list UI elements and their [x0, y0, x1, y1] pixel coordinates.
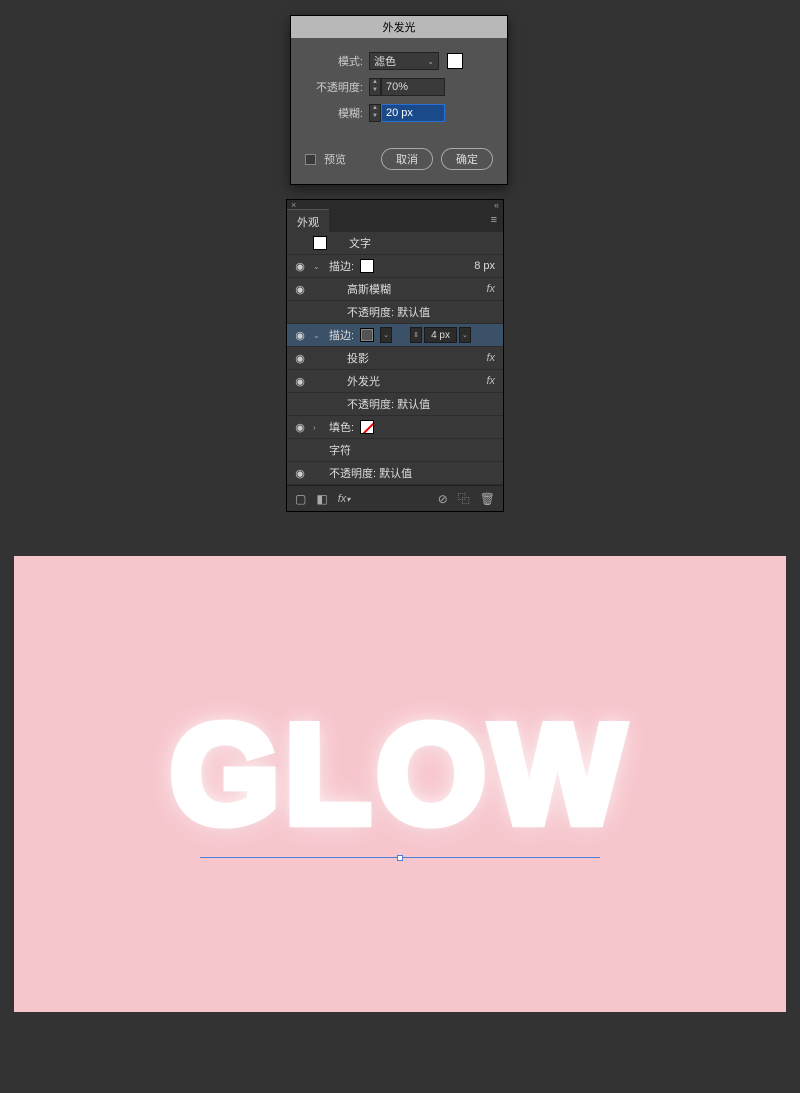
row-type[interactable]: ◉ 文字: [287, 232, 503, 255]
eye-icon[interactable]: ◉: [293, 467, 307, 480]
dialog-title: 外发光: [291, 16, 507, 38]
disclosure-right-icon[interactable]: ›: [313, 423, 323, 432]
mode-row: 模式: 滤色 ⌄: [305, 52, 493, 70]
dialog-footer: 预览 取消 确定: [291, 142, 507, 184]
opacity-row: 不透明度: ▲▼ 70%: [305, 78, 493, 96]
mode-label: 模式:: [305, 53, 369, 69]
cancel-button[interactable]: 取消: [381, 148, 433, 170]
stroke-swatch-menu[interactable]: ⌄: [380, 327, 392, 343]
opacity-field[interactable]: ▲▼ 70%: [369, 78, 445, 96]
shadow-label: 投影: [329, 350, 369, 366]
panel-menu-icon[interactable]: ≡: [491, 214, 497, 226]
stroke-size-stepper[interactable]: ⇕ 4 px ⌄: [410, 327, 471, 343]
add-effect-icon[interactable]: fx▾: [338, 493, 351, 505]
fill-label: 填色:: [329, 419, 354, 435]
eye-icon[interactable]: ◉: [293, 283, 307, 296]
stroke-swatch-icon[interactable]: [360, 328, 374, 342]
outer-glow-label: 外发光: [329, 373, 380, 389]
eye-icon[interactable]: ◉: [293, 329, 307, 342]
fill-none-swatch-icon[interactable]: [360, 420, 374, 434]
text-baseline-handle[interactable]: [397, 855, 403, 861]
ok-button[interactable]: 确定: [441, 148, 493, 170]
panel-footer: ▢ ◧ fx▾ ⊘ ⿻ 🗑: [287, 485, 503, 511]
stroke-size: 8 px: [474, 260, 495, 272]
stroke-label-2: 描边:: [329, 327, 354, 343]
glow-text-object[interactable]: GLOW: [170, 693, 629, 855]
clear-icon[interactable]: ⊘: [438, 492, 448, 506]
row-type-label: 文字: [349, 235, 371, 251]
row-fill[interactable]: ◉ › 填色:: [287, 416, 503, 439]
opacity-label-3: 不透明度: 默认值: [329, 465, 412, 481]
fx-icon[interactable]: fx: [486, 375, 495, 387]
collapse-icon[interactable]: «: [494, 200, 499, 210]
row-opacity-1[interactable]: ◉ 不透明度: 默认值: [287, 301, 503, 324]
row-stroke-2[interactable]: ◉ ⌄ 描边: ⌄ ⇕ 4 px ⌄: [287, 324, 503, 347]
new-stroke-icon[interactable]: ▢: [295, 492, 306, 506]
mode-select[interactable]: 滤色 ⌄: [369, 52, 439, 70]
row-opacity-2[interactable]: ◉ 不透明度: 默认值: [287, 393, 503, 416]
type-thumb-icon: [313, 236, 327, 250]
opacity-label-2: 不透明度: 默认值: [329, 396, 430, 412]
new-fill-icon[interactable]: ◧: [316, 492, 327, 506]
stroke-size-2: 4 px: [424, 327, 457, 343]
chevron-down-icon[interactable]: ⌄: [459, 327, 471, 343]
artboard-canvas[interactable]: GLOW: [14, 556, 786, 1012]
dialog-body: 模式: 滤色 ⌄ 不透明度: ▲▼ 70% 模糊: ▲▼ 20 px: [291, 38, 507, 142]
eye-icon[interactable]: ◉: [293, 260, 307, 273]
row-opacity-3[interactable]: ◉ 不透明度: 默认值: [287, 462, 503, 485]
blur-row: 模糊: ▲▼ 20 px: [305, 104, 493, 122]
chevron-icon[interactable]: ⇕: [410, 327, 422, 343]
preview-label: 预览: [324, 151, 346, 167]
blur-field[interactable]: ▲▼ 20 px: [369, 104, 445, 122]
opacity-spinner[interactable]: ▲▼: [369, 78, 381, 96]
tab-appearance[interactable]: 外观: [287, 209, 329, 234]
panel-tabbar: 外观 ≡: [287, 210, 503, 232]
mode-value: 滤色: [374, 53, 396, 69]
opacity-label: 不透明度:: [305, 79, 369, 95]
outer-glow-dialog: 外发光 模式: 滤色 ⌄ 不透明度: ▲▼ 70% 模糊: ▲▼ 20 px: [290, 15, 508, 185]
fx-icon[interactable]: fx: [486, 352, 495, 364]
trash-icon[interactable]: 🗑: [480, 492, 495, 506]
blur-spinner[interactable]: ▲▼: [369, 104, 381, 122]
appearance-panel: × « 外观 ≡ ◉ 文字 ◉ ⌄ 描边: 8 px ◉ 高斯模糊 fx: [286, 199, 504, 512]
row-outer-glow[interactable]: ◉ 外发光 fx: [287, 370, 503, 393]
row-drop-shadow[interactable]: ◉ 投影 fx: [287, 347, 503, 370]
fx-icon[interactable]: fx: [486, 283, 495, 295]
disclosure-down-icon[interactable]: ⌄: [313, 262, 323, 271]
char-label: 字符: [329, 442, 351, 458]
appearance-list: ◉ 文字 ◉ ⌄ 描边: 8 px ◉ 高斯模糊 fx ◉ 不透明度: 默认值 …: [287, 232, 503, 485]
eye-icon[interactable]: ◉: [293, 421, 307, 434]
blur-label: 模糊:: [305, 105, 369, 121]
stroke-label: 描边:: [329, 258, 354, 274]
duplicate-icon[interactable]: ⿻: [458, 490, 470, 507]
disclosure-down-icon[interactable]: ⌄: [313, 331, 323, 340]
preview-checkbox[interactable]: [305, 154, 316, 165]
gauss-label: 高斯模糊: [329, 281, 391, 297]
color-swatch[interactable]: [447, 53, 463, 69]
chevron-down-icon: ⌄: [427, 57, 434, 66]
row-characters[interactable]: ◉ 字符: [287, 439, 503, 462]
opacity-label-1: 不透明度: 默认值: [329, 304, 430, 320]
stroke-swatch-icon[interactable]: [360, 259, 374, 273]
row-stroke-1[interactable]: ◉ ⌄ 描边: 8 px: [287, 255, 503, 278]
eye-icon[interactable]: ◉: [293, 352, 307, 365]
eye-icon[interactable]: ◉: [293, 375, 307, 388]
row-gaussian-blur[interactable]: ◉ 高斯模糊 fx: [287, 278, 503, 301]
blur-input[interactable]: 20 px: [381, 104, 445, 122]
opacity-input[interactable]: 70%: [381, 78, 445, 96]
